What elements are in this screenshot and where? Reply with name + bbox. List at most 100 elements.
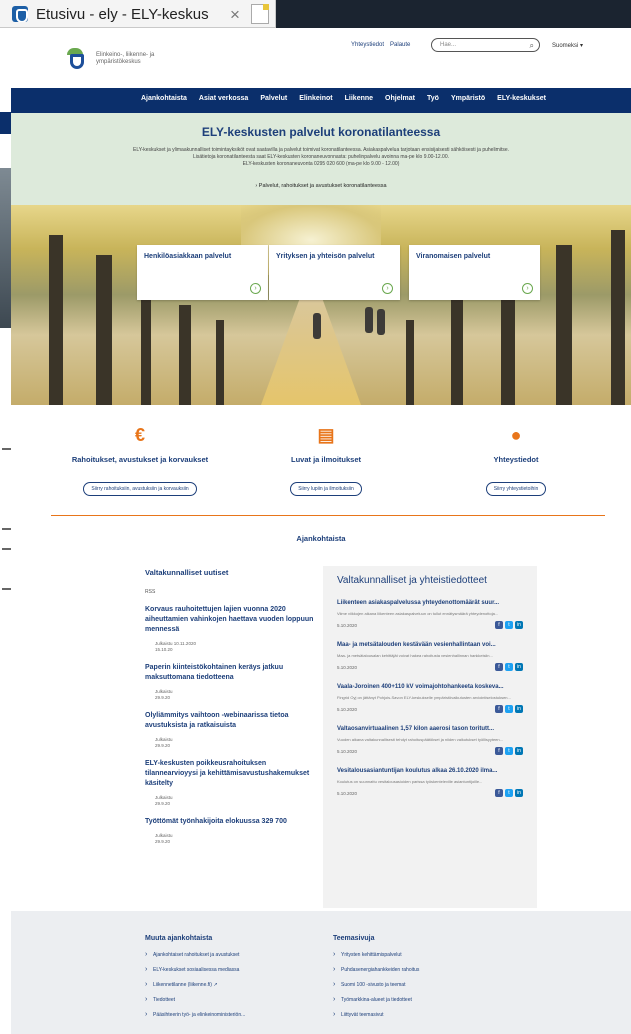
press-title[interactable]: Vesitalousasiantuntijan koulutus alkaa 2… — [337, 767, 523, 776]
rss-link[interactable]: RSS — [145, 589, 315, 595]
share-links: f t in — [495, 621, 523, 629]
new-tab-button[interactable] — [251, 4, 269, 24]
nav-item-ajankohtaista[interactable]: Ajankohtaista — [141, 95, 187, 102]
news-title[interactable]: Olyliämmitys vaihtoon -webinaarissa tiet… — [145, 711, 315, 731]
press-desc: Maa- ja metsätalousalan kehittäjät voiva… — [337, 653, 493, 658]
close-tab-icon[interactable]: × — [230, 5, 240, 25]
footer-link[interactable]: Yritysten kehittämispalvelut — [333, 951, 419, 958]
nav-item-ohjelmat[interactable]: Ohjelmat — [385, 95, 415, 102]
news-item[interactable]: Korvaus rauhoitettujen lajien vuonna 202… — [145, 605, 315, 653]
linkedin-icon[interactable]: in — [515, 621, 523, 629]
tree-trunk — [96, 255, 112, 405]
feedback-link[interactable]: Palaute — [390, 42, 410, 48]
news-date: Julkaistu 29.9.20 — [155, 689, 315, 701]
tree-trunk — [141, 285, 151, 405]
service-card-title: Henkilöasiakkaan palvelut — [144, 253, 232, 260]
press-title[interactable]: Vaala-Joroinen 400+110 kV voimajohtohank… — [337, 683, 523, 692]
press-title[interactable]: Liikenteen asiakaspalvelussa yhteydenott… — [337, 599, 523, 608]
service-card-yritys[interactable]: Yrityksen ja yhteisön palvelut › — [269, 245, 400, 300]
footer-link[interactable]: Liikennetilanne (liikenne.fi) ↗ — [145, 981, 245, 988]
news-title[interactable]: Korvaus rauhoitettujen lajien vuonna 202… — [145, 605, 315, 635]
footer-heading: Muuta ajankohtaista — [145, 935, 213, 942]
twitter-icon[interactable]: t — [505, 789, 513, 797]
footer-link[interactable]: Suomi 100 -sivusto ja teemat — [333, 981, 419, 988]
yhteystiedot-button[interactable]: Siirry yhteystietoihin — [485, 482, 547, 496]
nav-item-ely-keskukset[interactable]: ELY-keskukset — [497, 95, 546, 102]
footer-link[interactable]: Puhdasenergiahankkeiden rahoitus — [333, 966, 419, 973]
national-news: Valtakunnalliset uutiset RSS Korvaus rau… — [145, 568, 315, 845]
section-title: Ajankohtaista — [296, 534, 346, 543]
rahoitukset-button[interactable]: Siirry rahoituksiin, avustuksiin ja korv… — [83, 482, 197, 496]
facebook-icon[interactable]: f — [495, 747, 503, 755]
lightbulb-icon: ● — [510, 425, 522, 445]
press-item[interactable]: Maa- ja metsätalouden kestävään vesienha… — [337, 641, 523, 671]
facebook-icon[interactable]: f — [495, 789, 503, 797]
chevron-right-icon: › — [382, 283, 393, 294]
linkedin-icon[interactable]: in — [515, 789, 523, 797]
press-item[interactable]: Vaala-Joroinen 400+110 kV voimajohtohank… — [337, 683, 523, 713]
footer-link[interactable]: Ajankohtaiset rahoitukset ja avustukset — [145, 951, 245, 958]
ely-favicon-icon — [12, 6, 28, 22]
corona-notice: ELY-keskusten palvelut koronatilanteessa… — [11, 113, 631, 205]
search-icon[interactable]: ⌕ — [530, 41, 534, 51]
news-item[interactable]: Työttömät työnhakijoita elokuussa 329 70… — [145, 817, 315, 845]
euro-icon: € — [134, 425, 145, 445]
news-title[interactable]: ELY-keskusten poikkeusrahoituksen tilann… — [145, 759, 315, 789]
twitter-icon[interactable]: t — [505, 747, 513, 755]
nav-item-elinkeinot[interactable]: Elinkeinot — [299, 95, 332, 102]
press-item[interactable]: Valtaosanvirtuaalinen 1,57 kilon aaerosi… — [337, 725, 523, 755]
facebook-icon[interactable]: f — [495, 705, 503, 713]
linkedin-icon[interactable]: in — [515, 663, 523, 671]
share-links: f t in — [495, 705, 523, 713]
news-date-label: Julkaistu 10.11.2020 — [155, 641, 196, 646]
news-item[interactable]: ELY-keskusten poikkeusrahoituksen tilann… — [145, 759, 315, 807]
hero-path — [261, 295, 361, 405]
twitter-icon[interactable]: t — [505, 705, 513, 713]
service-card-henkiloasiakas[interactable]: Henkilöasiakkaan palvelut › — [137, 245, 268, 300]
nav-item-tyo[interactable]: Työ — [427, 95, 439, 102]
quick-link-title: Yhteystiedot — [493, 455, 539, 464]
twitter-icon[interactable]: t — [505, 663, 513, 671]
press-item[interactable]: Vesitalousasiantuntijan koulutus alkaa 2… — [337, 767, 523, 797]
twitter-icon[interactable]: t — [505, 621, 513, 629]
footer-link[interactable]: Liittyvät teemasivut — [333, 1011, 419, 1018]
footer-link[interactable]: Työmarkkina-alueet ja tiedotteet — [333, 996, 419, 1003]
walking-person — [313, 313, 321, 339]
tree-trunk — [451, 295, 463, 405]
linkedin-icon[interactable]: in — [515, 705, 523, 713]
facebook-icon[interactable]: f — [495, 621, 503, 629]
ely-logo[interactable]: Elinkeino-, liikenne- ja ympäristökeskus — [67, 48, 171, 70]
service-card-viranomainen[interactable]: Viranomaisen palvelut › — [409, 245, 540, 300]
linkedin-icon[interactable]: in — [515, 747, 523, 755]
footer-column-teemasivuja: Teemasivuja Yritysten kehittämispalvelut… — [333, 935, 419, 1027]
walking-person — [365, 307, 373, 333]
search-input[interactable]: Hae... ⌕ — [431, 38, 540, 52]
notice-link[interactable]: › Palvelut, rahoitukset ja avustukset ko… — [11, 183, 631, 189]
footer-link[interactable]: Pääsihteerin työ- ja elinkeinoministeriö… — [145, 1011, 245, 1018]
luvat-button[interactable]: Siirry lupiin ja ilmoituksiin — [290, 482, 362, 496]
press-meta: 5.10.2020 f t in — [337, 789, 523, 797]
tree-trunk — [556, 245, 572, 405]
footer-link[interactable]: ELY-keskukset sosiaalisessa mediassa — [145, 966, 245, 973]
news-item[interactable]: Paperin kiinteistökohtainen keräys jatku… — [145, 663, 315, 701]
facebook-icon[interactable]: f — [495, 663, 503, 671]
nav-item-palvelut[interactable]: Palvelut — [260, 95, 287, 102]
main-nav: Ajankohtaista Asiat verkossa Palvelut El… — [11, 88, 631, 113]
nav-item-liikenne[interactable]: Liikenne — [345, 95, 373, 102]
section-divider — [51, 515, 605, 516]
nav-item-ymparisto[interactable]: Ympäristö — [451, 95, 485, 102]
news-date: Julkaistu 29.9.20 — [155, 795, 315, 807]
search-placeholder: Hae... — [440, 42, 457, 48]
press-item[interactable]: Liikenteen asiakaspalvelussa yhteydenott… — [337, 599, 523, 629]
footer-link[interactable]: Tiedotteet — [145, 996, 245, 1003]
press-title[interactable]: Maa- ja metsätalouden kestävään vesienha… — [337, 641, 523, 650]
news-title[interactable]: Paperin kiinteistökohtainen keräys jatku… — [145, 663, 315, 683]
contact-link[interactable]: Yhteystiedot — [351, 42, 384, 48]
nav-item-asiat-verkossa[interactable]: Asiat verkossa — [199, 95, 248, 102]
language-select[interactable]: Suomeksi ▾ — [552, 42, 583, 49]
press-title[interactable]: Valtaosanvirtuaalinen 1,57 kilon aaerosi… — [337, 725, 523, 734]
browser-tab[interactable]: Etusivu - ely - ELY-keskus × — [0, 0, 276, 28]
news-title[interactable]: Työttömät työnhakijoita elokuussa 329 70… — [145, 817, 315, 827]
news-item[interactable]: Olyliämmitys vaihtoon -webinaarissa tiet… — [145, 711, 315, 749]
press-meta: 5.10.2020 f t in — [337, 663, 523, 671]
